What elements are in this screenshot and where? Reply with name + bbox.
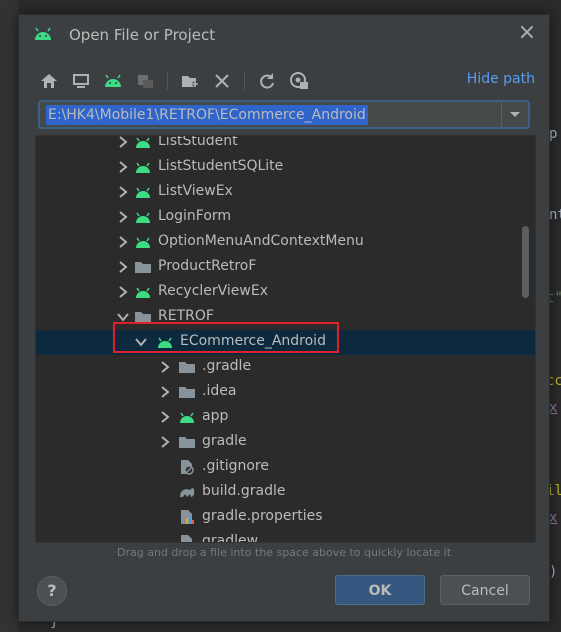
- bg-code-fragment: p: [549, 126, 558, 142]
- android-folder-icon: [136, 187, 150, 198]
- tree-item-label: OptionMenuAndContextMenu: [158, 233, 364, 249]
- dialog-toolbar: [39, 69, 321, 93]
- tree-item[interactable]: ProductRetroF: [36, 255, 535, 280]
- help-button[interactable]: ?: [37, 576, 67, 606]
- tree-item[interactable]: gradle: [36, 430, 535, 455]
- open-file-dialog: Open File or Project × Hide path E:\HK4\…: [18, 14, 550, 622]
- editor-gutter: [0, 0, 18, 632]
- tree-item-label: .idea: [202, 383, 237, 399]
- tree-item[interactable]: LoginForm: [36, 205, 535, 230]
- tree-item-label: ProductRetroF: [158, 258, 257, 274]
- chevron-right-icon[interactable]: [158, 359, 172, 375]
- tree-item[interactable]: OptionMenuAndContextMenu: [36, 230, 535, 255]
- toolbar-separator: [167, 72, 168, 90]
- android-folder-icon: [136, 137, 150, 148]
- desktop-icon[interactable]: [71, 71, 91, 91]
- cancel-button[interactable]: Cancel: [440, 575, 530, 605]
- path-combobox[interactable]: E:\HK4\Mobile1\RETROF\ECommerce_Android: [38, 100, 530, 129]
- tree-scrollbar-thumb[interactable]: [522, 226, 529, 298]
- chevron-right-icon[interactable]: [116, 259, 130, 275]
- chevron-right-icon[interactable]: [158, 384, 172, 400]
- tree-item[interactable]: RecyclerViewEx: [36, 280, 535, 305]
- refresh-icon[interactable]: [257, 71, 277, 91]
- dialog-title: Open File or Project: [69, 26, 216, 44]
- module-icon[interactable]: [135, 71, 155, 91]
- folder-icon: [179, 362, 195, 373]
- tree-item-label: RecyclerViewEx: [158, 283, 269, 299]
- folder-icon: [135, 262, 151, 273]
- tree-item[interactable]: ListStudent: [36, 135, 535, 155]
- android-folder-icon: [136, 237, 150, 248]
- ok-button[interactable]: OK: [335, 575, 425, 605]
- tree-item-label: build.gradle: [202, 483, 286, 499]
- new-folder-icon[interactable]: [180, 71, 200, 91]
- bg-code-fragment: ): [549, 564, 558, 580]
- bg-code-fragment: x: [549, 510, 558, 526]
- bg-code-fragment: nt: [549, 207, 561, 223]
- dialog-titlebar: Open File or Project ×: [19, 15, 549, 55]
- tree-item[interactable]: .gradle: [36, 355, 535, 380]
- folder-icon: [179, 387, 195, 398]
- tree-item[interactable]: gradle.properties: [36, 505, 535, 530]
- bg-code-fragment: x: [549, 400, 558, 416]
- tree-item-label: gradle.properties: [202, 508, 323, 524]
- tree-item-label: gradlew: [202, 533, 259, 543]
- tree-item-label: ListStudentSQLite: [158, 158, 284, 174]
- android-folder-icon: [180, 412, 194, 423]
- toolbar-separator: [244, 72, 245, 90]
- tree-item[interactable]: ListViewEx: [36, 180, 535, 205]
- chevron-right-icon[interactable]: [116, 209, 130, 225]
- path-input[interactable]: E:\HK4\Mobile1\RETROF\ECommerce_Android: [46, 105, 368, 125]
- close-icon[interactable]: ×: [517, 22, 537, 44]
- chevron-right-icon[interactable]: [158, 434, 172, 450]
- tree-item[interactable]: .gitignore: [36, 455, 535, 480]
- home-icon[interactable]: [39, 71, 59, 91]
- android-folder-icon: [136, 287, 150, 298]
- highlight-annotation: [113, 322, 339, 353]
- android-icon: [35, 27, 51, 40]
- gradle-file-icon: [180, 488, 195, 497]
- drag-drop-hint: Drag and drop a file into the space abov…: [116, 546, 452, 559]
- chevron-right-icon[interactable]: [116, 135, 130, 150]
- file-icon: [181, 535, 192, 542]
- chevron-right-icon[interactable]: [116, 184, 130, 200]
- tree-item-label: ListStudent: [158, 135, 238, 149]
- tree-item-label: ListViewEx: [158, 183, 233, 199]
- tree-item[interactable]: .idea: [36, 380, 535, 405]
- tree-item-label: gradle: [202, 433, 247, 449]
- tree-item-label: app: [202, 408, 229, 424]
- folder-icon: [179, 437, 195, 448]
- hide-path-link[interactable]: Hide path: [467, 71, 535, 87]
- properties-file-icon: [181, 510, 194, 524]
- show-hidden-icon[interactable]: [289, 71, 309, 91]
- tree-item-label: LoginForm: [158, 208, 232, 224]
- chevron-down-icon[interactable]: [501, 102, 528, 127]
- android-folder-icon: [136, 162, 150, 173]
- tree-item-label: .gradle: [202, 358, 252, 374]
- tree-item[interactable]: gradlew: [36, 530, 535, 543]
- project-icon[interactable]: [103, 71, 123, 91]
- gitignore-file-icon: [181, 460, 194, 475]
- tree-item-label: .gitignore: [202, 458, 269, 474]
- chevron-right-icon[interactable]: [116, 159, 130, 175]
- delete-icon[interactable]: [212, 71, 232, 91]
- chevron-right-icon[interactable]: [158, 409, 172, 425]
- tree-item[interactable]: app: [36, 405, 535, 430]
- chevron-right-icon[interactable]: [116, 284, 130, 300]
- tree-item[interactable]: ListStudentSQLite: [36, 155, 535, 180]
- tree-item[interactable]: build.gradle: [36, 480, 535, 505]
- android-folder-icon: [136, 212, 150, 223]
- chevron-right-icon[interactable]: [116, 234, 130, 250]
